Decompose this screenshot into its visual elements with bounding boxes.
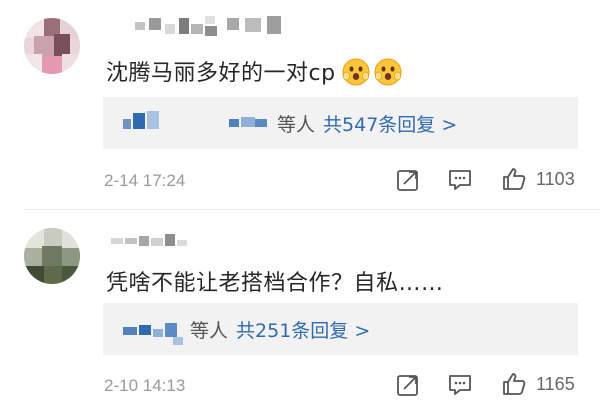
share-icon[interactable] bbox=[395, 372, 421, 398]
reply-usernames-pixelated bbox=[117, 303, 197, 355]
scared-face-emoji bbox=[342, 58, 370, 86]
reply-preview-box[interactable]: 等人 共251条回复 > bbox=[103, 303, 578, 355]
view-replies-link[interactable]: 共251条回复 > bbox=[236, 320, 370, 342]
comment-timestamp: 2-10 14:13 bbox=[104, 376, 186, 395]
reply-names-suffix: 等人 bbox=[190, 320, 229, 342]
reply-summary: 等人 共251条回复 > bbox=[190, 316, 370, 343]
reply-preview-box[interactable]: 等人 共547条回复 > bbox=[103, 97, 578, 149]
comment-icon[interactable] bbox=[447, 167, 473, 193]
avatar[interactable] bbox=[24, 18, 80, 74]
scared-face-emoji bbox=[374, 58, 402, 86]
thumbs-up-icon[interactable] bbox=[501, 371, 527, 397]
comment-text: 沈腾马丽多好的一对cp bbox=[106, 55, 402, 87]
username-pixelated[interactable] bbox=[105, 228, 205, 256]
comment-timestamp: 2-14 17:24 bbox=[104, 171, 186, 190]
reply-usernames-pixelated bbox=[117, 97, 267, 149]
share-icon[interactable] bbox=[395, 167, 421, 193]
comment-text: 凭啥不能让老搭档合作？自私…… bbox=[106, 271, 444, 296]
like-count: 1103 bbox=[536, 169, 575, 189]
thumbs-up-icon[interactable] bbox=[501, 166, 527, 192]
comment-item: 沈腾马丽多好的一对cp 等人 共547条回复 > 2-14 17:24 1103 bbox=[0, 0, 600, 209]
like-count: 1165 bbox=[536, 374, 575, 394]
comment-item: 凭啥不能让老搭档合作？自私…… 等人 共251条回复 > 2-10 14:13 1… bbox=[0, 210, 600, 413]
avatar[interactable] bbox=[24, 228, 80, 284]
username-pixelated[interactable] bbox=[105, 14, 295, 42]
reply-summary: 等人 共547条回复 > bbox=[277, 110, 457, 137]
reply-names-suffix: 等人 bbox=[277, 114, 316, 136]
comment-icon[interactable] bbox=[447, 372, 473, 398]
view-replies-link[interactable]: 共547条回复 > bbox=[323, 114, 457, 136]
